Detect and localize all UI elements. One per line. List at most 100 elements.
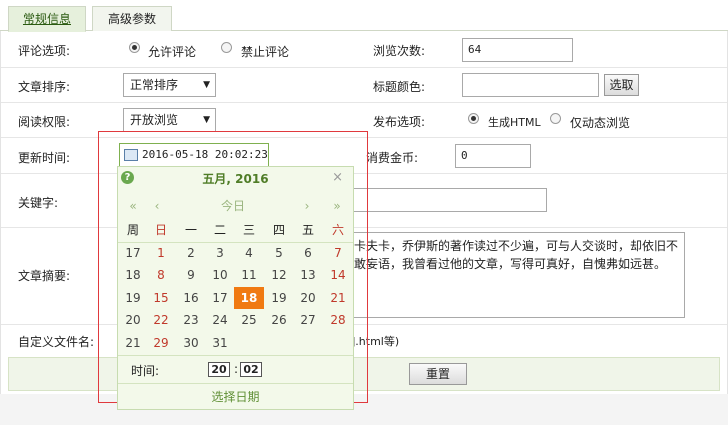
weekday-header: 二 [213, 223, 226, 237]
calendar-day[interactable]: 8 [146, 264, 176, 286]
summary-textarea[interactable]: 卡夫卡，乔伊斯的著作读过不少遍，可与人交谈时，却依旧不 敢妄语，我曾看过他的文章… [347, 232, 685, 318]
tab-general-label: 常规信息 [22, 12, 71, 26]
gold-label: 消费金币: [366, 151, 419, 165]
week-number: 18 [125, 268, 141, 282]
calendar-day[interactable]: 24 [205, 309, 235, 331]
tab-advanced[interactable]: 高级参数 [92, 6, 172, 31]
tab-bar: 常规信息 高级参数 [0, 0, 728, 32]
calendar-day[interactable]: 3 [205, 242, 235, 264]
calendar-day[interactable]: 2 [176, 242, 206, 264]
calendar-day[interactable]: 5 [264, 242, 294, 264]
weekday-header: 五 [301, 223, 314, 237]
calendar-day[interactable]: 21 [323, 287, 353, 309]
date-picker-popup: ? 五月, 2016 × « ‹ 今日 › » 周日一二三四五六 17 1 2 3 4 5 6… [117, 166, 354, 410]
select-date-button[interactable]: 选择日期 [118, 383, 353, 410]
today-button[interactable]: 今日 [173, 196, 293, 216]
weekday-header: 周 [126, 223, 139, 237]
calendar-day[interactable]: 22 [146, 309, 176, 331]
time-label: 时间: [131, 364, 160, 378]
calendar-day[interactable]: 10 [205, 264, 235, 286]
calendar-day[interactable]: 29 [146, 332, 176, 354]
calendar-day[interactable]: 25 [234, 309, 264, 331]
read-perm-select[interactable]: 开放浏览 ▼ [123, 108, 216, 132]
calendar-day[interactable]: 4 [234, 242, 264, 264]
read-perm-select-value: 开放浏览 [130, 113, 179, 127]
sort-select[interactable]: 正常排序 ▼ [123, 73, 216, 97]
calendar-day[interactable]: 19 [264, 287, 294, 309]
calendar-day[interactable]: 1 [146, 242, 176, 264]
comment-label: 评论选项: [18, 44, 71, 58]
comment-deny-label: 禁止评论 [241, 45, 290, 59]
calendar-day[interactable]: 6 [293, 242, 323, 264]
prev-year-button[interactable]: « [121, 196, 145, 216]
publish-dynamic-radio[interactable] [550, 113, 561, 124]
week-number: 17 [125, 245, 141, 260]
calendar-day[interactable]: 13 [293, 264, 323, 286]
calendar-day[interactable]: 31 [205, 332, 235, 354]
week-number: 21 [125, 335, 141, 350]
summary-label: 文章摘要: [18, 269, 71, 283]
calendar-day[interactable]: 16 [176, 287, 206, 309]
calendar-day[interactable]: 7 [323, 242, 353, 264]
calendar-day[interactable]: 9 [176, 264, 206, 286]
calendar-title: 五月, 2016 [202, 172, 269, 186]
time-separator: : [234, 362, 239, 376]
calendar-day[interactable]: 11 [234, 264, 264, 286]
next-month-button[interactable]: › [295, 196, 319, 216]
calendar-day[interactable]: 30 [176, 332, 206, 354]
sort-select-value: 正常排序 [130, 78, 179, 92]
calendar-day[interactable]: 28 [323, 309, 353, 331]
calendar-day[interactable]: 15 [146, 287, 176, 309]
pick-color-button[interactable]: 选取 [604, 74, 639, 96]
calendar-day[interactable]: 12 [264, 264, 294, 286]
calendar-day[interactable]: 18 [234, 286, 264, 309]
time-row: 时间: 20 : 02 [118, 355, 353, 382]
calendar-day[interactable]: 23 [176, 309, 206, 331]
reset-button[interactable]: 重置 [409, 363, 467, 385]
row-sort: 文章排序: 正常排序 ▼ 标题颜色: 选取 [1, 67, 727, 103]
read-perm-label: 阅读权限: [18, 115, 71, 129]
close-icon[interactable]: × [332, 170, 343, 185]
tab-general[interactable]: 常规信息 [8, 6, 86, 32]
publish-html-radio[interactable] [468, 113, 479, 124]
calendar-header: ? 五月, 2016 × [118, 167, 353, 191]
publish-label: 发布选项: [373, 115, 426, 129]
hour-input[interactable]: 20 [208, 362, 230, 377]
row-comment: 评论选项: 允许评论 禁止评论 浏览次数: 64 [1, 31, 727, 68]
filename-label: 自定义文件名: [18, 335, 95, 349]
prev-month-button[interactable]: ‹ [145, 196, 169, 216]
publish-html-label: 生成HTML [488, 116, 541, 129]
calendar-divider [118, 241, 353, 243]
title-color-input[interactable] [462, 73, 599, 97]
calendar-day[interactable]: 26 [264, 309, 294, 331]
tab-advanced-label: 高级参数 [107, 12, 156, 26]
views-label: 浏览次数: [373, 44, 426, 58]
gold-input[interactable]: 0 [455, 144, 531, 168]
keywords-label: 关键字: [18, 196, 59, 210]
weekday-header: 四 [272, 223, 285, 237]
calendar-day[interactable]: 14 [323, 264, 353, 286]
week-number: 20 [125, 313, 141, 327]
weekday-header: 一 [184, 223, 197, 237]
week-number: 19 [125, 290, 141, 305]
weekday-header: 三 [242, 223, 255, 237]
calendar-day[interactable]: 17 [205, 287, 235, 309]
views-input[interactable]: 64 [462, 38, 573, 62]
summary-line-2: 敢妄语，我曾看过他的文章，写得可真好，自愧弗如远甚。 [354, 257, 667, 271]
chevron-down-icon: ▼ [203, 115, 210, 125]
calendar-day[interactable]: 20 [293, 287, 323, 309]
calendar-day[interactable]: 27 [293, 309, 323, 331]
sort-label: 文章排序: [18, 80, 71, 94]
weekday-header: 日 [154, 223, 167, 237]
comment-allow-radio[interactable] [129, 42, 140, 53]
weekday-header: 六 [331, 223, 344, 237]
publish-dynamic-label: 仅动态浏览 [570, 116, 631, 130]
summary-line-1: 卡夫卡，乔伊斯的著作读过不少遍，可与人交谈时，却依旧不 [354, 239, 679, 253]
update-time-label: 更新时间: [18, 151, 71, 165]
comment-allow-label: 允许评论 [148, 45, 197, 59]
comment-deny-radio[interactable] [221, 42, 232, 53]
keywords-input[interactable] [351, 188, 547, 212]
minute-input[interactable]: 02 [240, 362, 262, 377]
next-year-button[interactable]: » [325, 196, 349, 216]
title-color-label: 标题颜色: [373, 80, 426, 94]
